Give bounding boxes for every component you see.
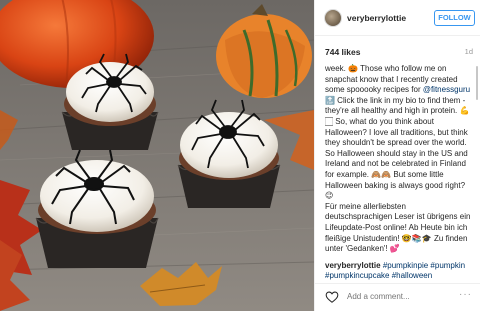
caption-line: Halloween baking is always good right? <box>325 180 466 190</box>
comments-section[interactable]: week. 🎃 Those who follow me on snapchat … <box>325 64 475 283</box>
caption-line: Lifeupdate-Post online! Ab Heute bin ich <box>325 222 468 232</box>
comment-username-link[interactable]: veryberrylottie <box>325 261 381 270</box>
caption-line: Ireland and not be celebrated in Finland <box>325 159 466 169</box>
caption-line: week. 🎃 Those who follow me on <box>325 64 447 73</box>
post-time[interactable]: 1d <box>465 47 473 56</box>
post-photo[interactable] <box>0 0 314 311</box>
caption: week. 🎃 Those who follow me on snapchat … <box>325 64 475 255</box>
caption-line: So Halloween should stay in the US and <box>325 148 468 158</box>
caption-line: some spooooky recipes for @fitnessguru <box>325 85 471 95</box>
caption-line: for example. 🙈🙈 But some little <box>325 169 444 179</box>
comments-scrollbar[interactable] <box>476 66 478 100</box>
caption-line: 🔝 Click the link in my bio to find them … <box>325 95 466 105</box>
likes-row: 744 likes 1d <box>325 47 473 59</box>
caption-line: they're all healthy and high in protein.… <box>325 106 470 116</box>
post-sidebar: veryberrylottie FOLLOW 744 likes 1d week… <box>314 0 480 311</box>
add-comment-input[interactable] <box>347 292 457 301</box>
heart-icon[interactable] <box>325 290 339 304</box>
caption-line: unter 'Gedanken'! 💕 <box>325 244 400 254</box>
cupcake-3 <box>35 160 159 268</box>
halloween-cupcakes-image <box>0 0 314 311</box>
avatar[interactable] <box>324 9 342 27</box>
more-options-icon[interactable]: ··· <box>459 289 472 300</box>
caption-line: 🏻 So, what do you think about <box>325 116 434 126</box>
caption-line: they shouldn't be spread over the world. <box>325 138 467 148</box>
caption-line: fleißige Unistudentin! 🤓📚🎓 Zu finden <box>325 233 468 243</box>
follow-button[interactable]: FOLLOW <box>434 10 475 26</box>
hashtag-comment: veryberrylottie #pumpkinpie #pumpkin #pu… <box>325 261 475 283</box>
caption-line: deutschsprachigen Leser ist übrigens ein <box>325 212 471 222</box>
caption-line: Für meine allerliebsten <box>325 201 406 211</box>
caption-line: snapchat know that I recently created <box>325 74 458 84</box>
likes-count[interactable]: 744 likes <box>325 47 360 57</box>
username-link[interactable]: veryberrylottie <box>347 13 406 23</box>
post-actions: ··· <box>315 283 480 311</box>
caption-line: 😉 <box>325 191 334 201</box>
mention-link[interactable]: @fitnessguru <box>423 85 470 94</box>
post-header: veryberrylottie FOLLOW <box>315 0 480 36</box>
caption-line: Halloween? I love all traditions, but th… <box>325 127 468 137</box>
